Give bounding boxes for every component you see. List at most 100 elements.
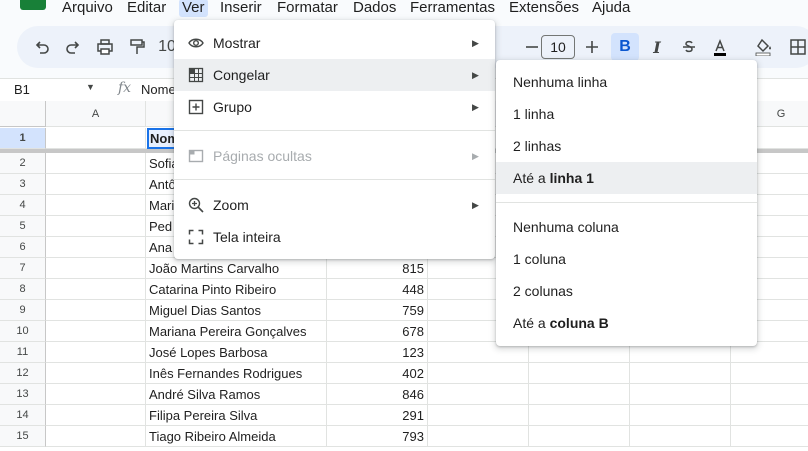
- menu-dados[interactable]: Dados: [350, 0, 399, 17]
- grid-cell[interactable]: [529, 426, 630, 447]
- group-plus-box-icon: [188, 99, 204, 115]
- grid-cell[interactable]: 815: [327, 258, 428, 279]
- font-size-input[interactable]: 10: [541, 35, 575, 59]
- freeze-option-2-linhas[interactable]: 2 linhas: [496, 130, 757, 162]
- grid-cell[interactable]: [46, 237, 146, 258]
- grid-cell[interactable]: [46, 384, 146, 405]
- row-header[interactable]: 8: [0, 279, 46, 300]
- grid-cell[interactable]: [428, 363, 529, 384]
- row-header[interactable]: 7: [0, 258, 46, 279]
- row-header[interactable]: 2: [0, 153, 46, 174]
- menu-item-congelar[interactable]: Congelar ▶: [174, 59, 495, 91]
- row-header[interactable]: 13: [0, 384, 46, 405]
- grid-cell[interactable]: 678: [327, 321, 428, 342]
- freeze-option-ate-coluna[interactable]: Até a coluna B: [496, 307, 757, 339]
- grid-cell[interactable]: [46, 321, 146, 342]
- menu-ferramentas[interactable]: Ferramentas: [407, 0, 498, 17]
- name-box[interactable]: B1: [14, 82, 30, 97]
- menu-editar[interactable]: Editar: [124, 0, 169, 17]
- grid-cell[interactable]: 448: [327, 279, 428, 300]
- grid-cell[interactable]: [529, 363, 630, 384]
- row-header[interactable]: 3: [0, 174, 46, 195]
- menu-ajuda[interactable]: Ajuda: [589, 0, 633, 17]
- row-header[interactable]: 15: [0, 426, 46, 447]
- menu-item-tela-inteira[interactable]: Tela inteira: [174, 221, 495, 253]
- redo-icon[interactable]: [62, 26, 84, 68]
- menu-item-mostrar[interactable]: Mostrar ▶: [174, 27, 495, 59]
- undo-icon[interactable]: [31, 26, 53, 68]
- menu-item-grupo[interactable]: Grupo ▶: [174, 91, 495, 123]
- freeze-option-nenhuma-linha[interactable]: Nenhuma linha: [496, 66, 757, 98]
- grid-cell[interactable]: [46, 279, 146, 300]
- grid-cell[interactable]: Tiago Ribeiro Almeida: [146, 426, 327, 447]
- column-header-a[interactable]: A: [46, 101, 146, 127]
- bold-icon[interactable]: B: [611, 33, 639, 61]
- row-header[interactable]: 4: [0, 195, 46, 216]
- grid-cell[interactable]: [46, 426, 146, 447]
- grid-cell[interactable]: [428, 426, 529, 447]
- grid-cell[interactable]: [731, 426, 808, 447]
- grid-cell[interactable]: [630, 405, 731, 426]
- grid-cell[interactable]: 846: [327, 384, 428, 405]
- grid-cell[interactable]: [46, 258, 146, 279]
- grid-cell[interactable]: 402: [327, 363, 428, 384]
- grid-cell[interactable]: 123: [327, 342, 428, 363]
- grid-cell[interactable]: [46, 363, 146, 384]
- grid-cell[interactable]: [46, 174, 146, 195]
- freeze-option-ate-linha[interactable]: Até a linha 1: [496, 162, 757, 194]
- grid-cell[interactable]: Filipa Pereira Silva: [146, 405, 327, 426]
- grid-cell[interactable]: [529, 384, 630, 405]
- menu-inserir[interactable]: Inserir: [217, 0, 265, 17]
- freeze-option-nenhuma-coluna[interactable]: Nenhuma coluna: [496, 211, 757, 243]
- row-header[interactable]: 5: [0, 216, 46, 237]
- row-header[interactable]: 10: [0, 321, 46, 342]
- menu-extensoes[interactable]: Extensões: [506, 0, 582, 17]
- menu-ver[interactable]: Ver: [179, 0, 208, 17]
- grid-cell[interactable]: Miguel Dias Santos: [146, 300, 327, 321]
- grid-cell[interactable]: 291: [327, 405, 428, 426]
- grid-cell[interactable]: José Lopes Barbosa: [146, 342, 327, 363]
- grid-cell[interactable]: [731, 405, 808, 426]
- grid-cell[interactable]: 759: [327, 300, 428, 321]
- print-icon[interactable]: [94, 26, 116, 68]
- paint-format-icon[interactable]: [126, 26, 148, 68]
- grid-cell[interactable]: [46, 128, 146, 149]
- grid-cell[interactable]: [428, 384, 529, 405]
- name-box-dropdown-icon[interactable]: ▼: [86, 82, 95, 92]
- grid-cell[interactable]: Inês Fernandes Rodrigues: [146, 363, 327, 384]
- freeze-option-2-colunas[interactable]: 2 colunas: [496, 275, 757, 307]
- freeze-option-1-linha[interactable]: 1 linha: [496, 98, 757, 130]
- grid-cell[interactable]: João Martins Carvalho: [146, 258, 327, 279]
- freeze-option-1-coluna[interactable]: 1 coluna: [496, 243, 757, 275]
- row-header[interactable]: 11: [0, 342, 46, 363]
- grid-cell[interactable]: [731, 384, 808, 405]
- grid-cell[interactable]: [46, 216, 146, 237]
- row-header[interactable]: 6: [0, 237, 46, 258]
- grid-cell[interactable]: [428, 405, 529, 426]
- row-header[interactable]: 14: [0, 405, 46, 426]
- select-all-corner[interactable]: [0, 101, 46, 127]
- formula-input[interactable]: Nome: [141, 82, 176, 97]
- row-header[interactable]: 1: [0, 128, 46, 149]
- grid-cell[interactable]: [46, 153, 146, 174]
- menu-formatar[interactable]: Formatar: [274, 0, 341, 17]
- row-header[interactable]: 9: [0, 300, 46, 321]
- grid-cell[interactable]: [630, 426, 731, 447]
- menu-arquivo[interactable]: Arquivo: [59, 0, 116, 17]
- grid-cell[interactable]: [529, 405, 630, 426]
- sheets-logo-icon[interactable]: [20, 0, 46, 10]
- grid-cell[interactable]: [46, 300, 146, 321]
- grid-cell[interactable]: [46, 342, 146, 363]
- grid-cell[interactable]: Catarina Pinto Ribeiro: [146, 279, 327, 300]
- grid-cell[interactable]: 793: [327, 426, 428, 447]
- grid-cell[interactable]: [46, 195, 146, 216]
- borders-icon[interactable]: [787, 26, 808, 68]
- grid-cell[interactable]: [630, 363, 731, 384]
- grid-cell[interactable]: [630, 384, 731, 405]
- grid-cell[interactable]: André Silva Ramos: [146, 384, 327, 405]
- row-header[interactable]: 12: [0, 363, 46, 384]
- grid-cell[interactable]: [731, 363, 808, 384]
- menu-item-zoom[interactable]: Zoom ▶: [174, 189, 495, 221]
- grid-cell[interactable]: [46, 405, 146, 426]
- grid-cell[interactable]: Mariana Pereira Gonçalves: [146, 321, 327, 342]
